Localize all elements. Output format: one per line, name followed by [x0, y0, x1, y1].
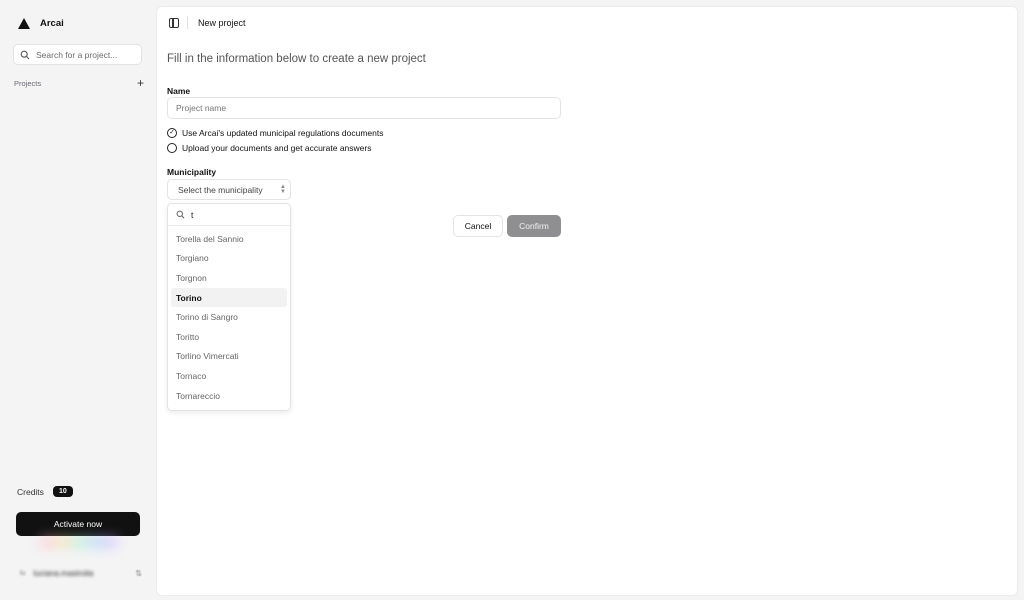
form-intro: Fill in the information below to create …: [167, 53, 426, 65]
municipality-label: Municipality: [167, 167, 217, 177]
municipality-dropdown: Torella del Sannio Torgiano Torgnon Tori…: [167, 203, 291, 411]
user-menu[interactable]: lu luciana.mastrolia ⇅: [20, 569, 142, 578]
search-icon: [20, 50, 30, 59]
avatar: lu: [20, 570, 26, 577]
project-name-input[interactable]: [167, 97, 561, 119]
dropdown-list: Torella del Sannio Torgiano Torgnon Tori…: [168, 226, 290, 405]
search-icon: [176, 210, 185, 219]
chevron-up-down-icon: ⇅: [135, 569, 142, 578]
credits-badge: 10: [52, 486, 73, 497]
municipality-option[interactable]: Torgnon: [171, 268, 287, 288]
dropdown-search[interactable]: [168, 204, 290, 226]
user-name: luciana.mastrolia: [33, 569, 94, 578]
municipality-option-highlighted[interactable]: Torino: [171, 287, 287, 308]
brand[interactable]: Arcai: [18, 18, 64, 29]
option-upload-docs[interactable]: Upload your documents and get accurate a…: [167, 143, 371, 153]
municipality-option[interactable]: Torella del Sannio: [171, 229, 287, 249]
project-search[interactable]: Search for a project...: [13, 44, 142, 65]
activate-now-button[interactable]: Activate now: [16, 512, 140, 536]
arcai-logo-icon: [18, 18, 30, 29]
topbar: New project: [169, 17, 246, 29]
option-label: Upload your documents and get accurate a…: [182, 143, 372, 153]
dropdown-search-input[interactable]: [191, 209, 281, 220]
main-panel: New project Fill in the information belo…: [156, 6, 1018, 596]
topbar-divider: [187, 17, 188, 29]
projects-label: Projects: [14, 78, 42, 88]
municipality-option[interactable]: Torino di Sangro: [171, 307, 287, 327]
cancel-button[interactable]: Cancel: [453, 215, 503, 237]
page-title: New project: [198, 18, 246, 28]
municipality-option[interactable]: Tornareccio: [171, 386, 287, 406]
credits: Credits 10: [17, 486, 73, 497]
checked-circle-icon: ✓: [167, 128, 177, 138]
name-label: Name: [167, 86, 191, 96]
municipality-select-value: Select the municipality: [178, 184, 263, 195]
activate-glow: [40, 537, 118, 547]
empty-circle-icon: [167, 143, 177, 153]
municipality-option[interactable]: Toritto: [171, 327, 287, 347]
option-label: Use Arcai's updated municipal regulation…: [182, 128, 384, 138]
confirm-button[interactable]: Confirm: [507, 215, 561, 237]
toggle-sidebar-icon[interactable]: [169, 18, 179, 28]
project-search-placeholder: Search for a project...: [36, 49, 118, 60]
chevron-up-down-icon: ▲ ▼: [280, 183, 286, 195]
municipality-select[interactable]: Select the municipality ▲ ▼: [167, 179, 291, 200]
sidebar: Arcai Search for a project... Projects +…: [0, 0, 156, 600]
add-project-plus-icon[interactable]: +: [137, 77, 144, 89]
option-use-arcai-docs[interactable]: ✓ Use Arcai's updated municipal regulati…: [167, 128, 384, 138]
credits-label: Credits: [17, 486, 44, 497]
municipality-option[interactable]: Torgiano: [171, 249, 287, 269]
municipality-option[interactable]: Torlino Vimercati: [171, 347, 287, 367]
projects-section-header: Projects +: [14, 77, 144, 89]
app-name: Arcai: [40, 18, 64, 29]
municipality-option[interactable]: Tornaco: [171, 366, 287, 386]
